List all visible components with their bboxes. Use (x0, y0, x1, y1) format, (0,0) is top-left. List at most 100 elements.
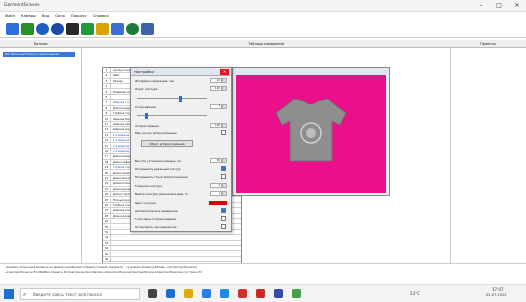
smoothing-spinner[interactable] (222, 104, 227, 109)
stop-deviants-checkbox[interactable] (221, 224, 226, 229)
task-view-icon[interactable] (148, 289, 157, 298)
show-contour-checkbox[interactable] (221, 166, 226, 171)
tree-item-selected[interactable]: ПО Женский блоки и приложения (3, 52, 75, 57)
table-row[interactable]: 36 (103, 257, 241, 263)
weather-text: 23°C (410, 291, 420, 296)
search-icon: ⌕ (23, 291, 27, 298)
row-number: 36 (103, 257, 111, 263)
row-label: Длина плеча (113, 182, 131, 186)
window-titlebar: GarmentGraves – □ ✕ (0, 0, 526, 12)
clock-time: 17:07 (492, 287, 504, 292)
catalog-tree: ПО Женский блоки и приложения (0, 48, 82, 263)
settings-title: Настройки (134, 70, 154, 74)
approx-max-label: Мак.кол-во аппроксимации (135, 131, 177, 135)
approx-label: Аппроксимация (135, 124, 160, 128)
app-icon-1[interactable] (238, 289, 247, 298)
catalog-header: Каталог (33, 42, 49, 46)
tshirt-image (275, 98, 347, 162)
grid-icon[interactable] (111, 23, 124, 35)
smoothing-slider[interactable] (137, 112, 207, 119)
toolbar (0, 20, 526, 38)
settings-close-button[interactable]: ✕ (220, 69, 229, 75)
app-icon-3[interactable] (274, 289, 283, 298)
sound-checkbox[interactable] (221, 216, 226, 221)
new-icon[interactable] (6, 23, 19, 35)
menu-help[interactable]: Справка (93, 14, 109, 18)
sound-label: Голосовое сопровождение (135, 217, 176, 221)
show-points-label: Показывать точки аппроксимации (135, 175, 188, 179)
threshold-input[interactable]: 120 (210, 86, 222, 91)
clock-date: 02.07.2022 (486, 293, 507, 297)
row-label: Размер (113, 79, 123, 83)
show-points-checkbox[interactable] (221, 174, 226, 179)
measure-icon[interactable] (81, 23, 94, 35)
smoothing-slider-thumb[interactable] (145, 112, 148, 119)
store-icon[interactable] (220, 289, 229, 298)
users-icon[interactable] (141, 23, 154, 35)
threshold-slider[interactable] (137, 95, 207, 102)
menu-view[interactable]: Вид (42, 14, 49, 18)
menu-file[interactable]: Файл (5, 14, 15, 18)
interval-input[interactable]: 10 (210, 78, 222, 83)
show-contour-label: Показывать реальный контур (135, 167, 181, 171)
capture-icon[interactable] (66, 23, 79, 35)
contour-color-swatch[interactable] (209, 201, 227, 205)
edge-icon[interactable] (166, 289, 175, 298)
camera-icon[interactable] (51, 23, 64, 35)
preview-titlebar (233, 68, 389, 75)
interval-label: Интервал измерений, сек (135, 79, 175, 83)
approx-spinner[interactable] (222, 123, 227, 128)
line-thickness-input[interactable]: 2 (210, 183, 222, 188)
contour-select-input[interactable]: 1 (210, 191, 222, 196)
row-label: Цвет (113, 74, 120, 78)
measurements-header: Таблица измерений (248, 42, 284, 46)
menu-bar: Файл Камеры Вид Окно Процесс Справка (0, 12, 526, 20)
camera-height-input[interactable]: 30 (210, 158, 222, 163)
connect-icon[interactable] (36, 23, 49, 35)
contour-select-spinner[interactable] (222, 191, 227, 196)
projects-header: Проекты (480, 42, 496, 46)
status-line-2: в GarmentScanner.FindRotBox.Class2 в D:\… (6, 270, 203, 274)
camera-height-label: Высота установки камеры, см (135, 159, 181, 163)
menu-process[interactable]: Процесс (71, 14, 87, 18)
status-area: Ошибка получения баланса из файла калибр… (0, 263, 526, 275)
menu-cameras[interactable]: Камеры (21, 14, 36, 18)
camera-height-spinner[interactable] (222, 158, 227, 163)
menu-window[interactable]: Окно (55, 14, 65, 18)
threshold-spinner[interactable] (222, 86, 227, 91)
projects-panel (450, 48, 526, 263)
mail-icon[interactable] (202, 289, 211, 298)
contour-select-label: Выбор контура (максимальная), % (135, 192, 188, 196)
threshold-slider-thumb[interactable] (179, 95, 182, 102)
approx-max-checkbox[interactable] (221, 130, 226, 135)
interval-spinner[interactable] (222, 78, 227, 83)
maximize-button[interactable]: □ (490, 0, 508, 12)
lightning-icon[interactable] (96, 23, 109, 35)
panel-headers: Каталог Таблица измерений Проекты (0, 40, 526, 48)
auto-measure-checkbox[interactable] (221, 208, 226, 213)
reset-approx-button[interactable]: Сброс аппроксимации (141, 140, 193, 147)
close-button[interactable]: ✕ (508, 0, 526, 12)
windows-start-icon[interactable] (4, 289, 14, 299)
app-icon-2[interactable] (256, 289, 265, 298)
settings-titlebar: Настройки ✕ (131, 68, 231, 76)
explorer-icon[interactable] (184, 289, 193, 298)
app-title: GarmentGraves (4, 3, 40, 8)
smoothing-input[interactable]: 7 (210, 104, 222, 109)
settings-gear-icon[interactable] (126, 23, 139, 35)
line-thickness-spinner[interactable] (222, 183, 227, 188)
minimize-button[interactable]: – (472, 0, 490, 12)
approx-input[interactable]: 100 (210, 123, 222, 128)
camera-image (236, 75, 386, 193)
line-thickness-label: Толщина контура (135, 184, 162, 188)
contour-color-label: Цвет контура (135, 201, 156, 205)
taskbar-search-placeholder: Введите здесь текст для поиска (33, 292, 102, 297)
app-icon-4[interactable] (292, 289, 301, 298)
taskbar-search[interactable]: ⌕ Введите здесь текст для поиска (20, 288, 140, 300)
auto-measure-label: Автоматическое измерение (135, 209, 178, 213)
settings-dialog: Настройки ✕ Интервал измерений, сек 10 П… (130, 67, 232, 232)
save-icon[interactable] (21, 23, 34, 35)
windows-taskbar: ⌕ Введите здесь текст для поиска 23°C 17… (0, 284, 526, 302)
stop-deviants-label: Остановить при девиантах (135, 225, 177, 229)
threshold-label: Порог контура (135, 87, 158, 91)
